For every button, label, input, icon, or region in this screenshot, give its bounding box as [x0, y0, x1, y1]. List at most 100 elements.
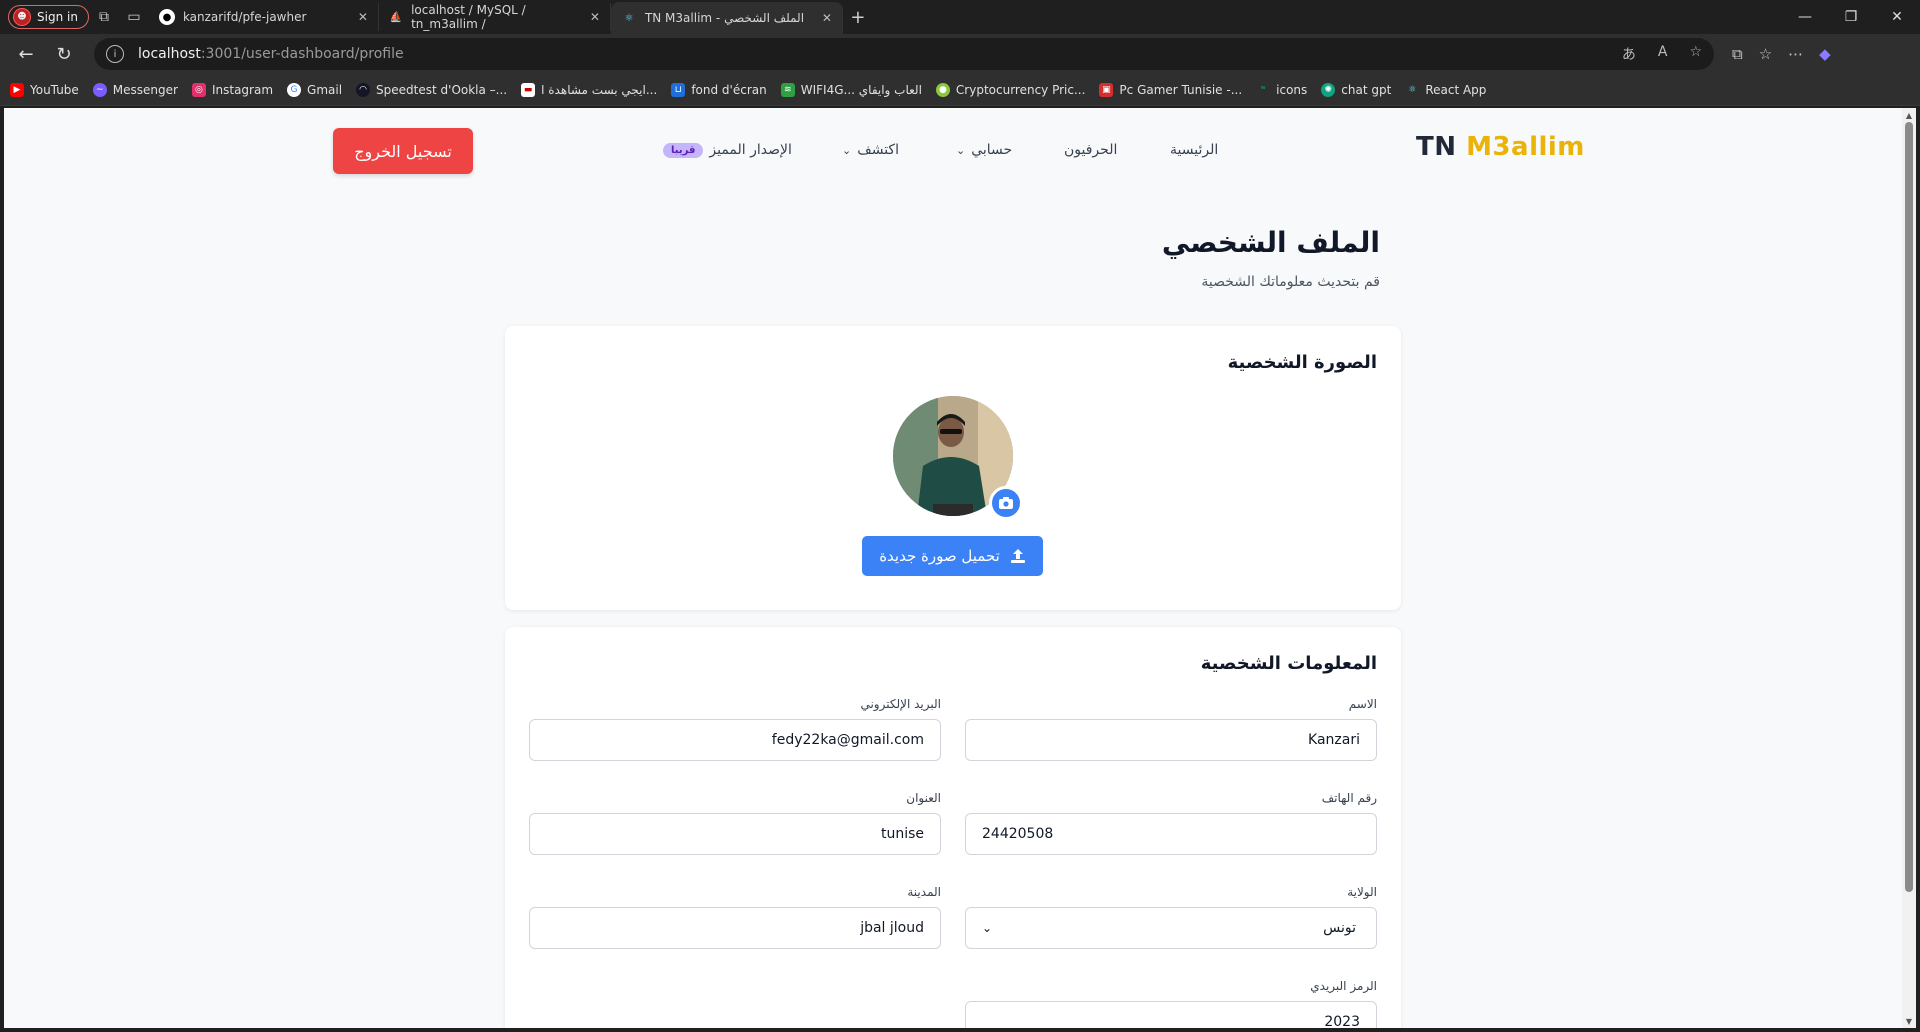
new-tab-icon[interactable]: +: [843, 3, 873, 31]
browser-tab-bar: ☻ Sign in ⧉ ▭ ● kanzarifd/pfe-jawher ✕ ⛵…: [0, 0, 1920, 34]
bookmark-wallpaper[interactable]: ⊔ fond d'écran: [671, 82, 767, 97]
phone-label: رقم الهاتف: [1321, 791, 1377, 805]
phpmyadmin-icon: ⛵: [389, 11, 403, 23]
change-photo-button[interactable]: [989, 486, 1023, 520]
page-viewport: TN M3allim الرئيسية الحرفيون حسابي ⌄ اكت…: [4, 108, 1902, 1028]
nav-link-craftsmen[interactable]: الحرفيون: [1064, 142, 1117, 158]
text-size-icon[interactable]: A: [1658, 44, 1668, 64]
profile-photo-card: الصورة الشخصية تحميل صورة جديدة: [505, 326, 1401, 610]
name-input[interactable]: Kanzari: [965, 719, 1377, 761]
back-icon[interactable]: ←: [8, 38, 44, 70]
close-tab-icon[interactable]: ✕: [358, 10, 368, 24]
url-host: localhost: [138, 46, 201, 62]
info-section-title: المعلومات الشخصية: [1200, 653, 1377, 674]
chevron-down-icon: ⌄: [982, 921, 993, 935]
icons-site-icon: ʷ: [1260, 84, 1266, 95]
minimize-icon[interactable]: —: [1782, 0, 1828, 34]
copilot-icon[interactable]: ◆: [1819, 45, 1831, 63]
speedtest-icon: ◠: [356, 82, 371, 97]
page-subtitle: قم بتحديث معلوماتك الشخصية: [1201, 274, 1380, 290]
wallpaper-icon: ⊔: [671, 82, 686, 97]
bookmark-youtube[interactable]: ▶ YouTube: [10, 82, 79, 97]
react-icon: ⚛: [624, 12, 634, 24]
nav-link-premium[interactable]: الإصدار المميز قريبا: [663, 142, 792, 158]
bookmark-icons[interactable]: ʷ icons: [1256, 83, 1307, 97]
logout-button[interactable]: تسجيل الخروج: [333, 128, 473, 174]
tab-title: localhost / MySQL / tn_m3allim /: [411, 3, 526, 31]
email-input[interactable]: fedy22ka@gmail.com: [529, 719, 941, 761]
profile-label: Sign in: [37, 10, 78, 24]
url-field[interactable]: i localhost :3001/user-dashboard/profile…: [94, 38, 1714, 70]
pcgamer-icon: ▣: [1099, 82, 1114, 97]
bookmark-gmail[interactable]: G Gmail: [287, 82, 342, 97]
phone-input[interactable]: 24420508: [965, 813, 1377, 855]
nav-dropdown-account[interactable]: حسابي ⌄: [956, 142, 1012, 158]
bookmarks-bar: ▶ YouTube ~ Messenger ◎ Instagram G Gmail ◠ S…: [0, 74, 1920, 106]
address-bar-row: ← ↻ i localhost :3001/user-dashboard/pro…: [0, 34, 1920, 74]
bookmark-messenger[interactable]: ~ Messenger: [92, 82, 178, 97]
egybest-icon: ▬: [521, 82, 536, 97]
bookmark-crypto[interactable]: ● Cryptocurrency Pric...: [935, 82, 1085, 97]
youtube-icon: ▶: [10, 82, 24, 97]
scrollbar-thumb[interactable]: [1905, 122, 1913, 892]
scroll-up-icon[interactable]: ▲: [1902, 108, 1916, 122]
city-input[interactable]: jbal jloud: [529, 907, 941, 949]
postal-code-input[interactable]: 2023: [965, 1001, 1377, 1028]
personal-info-card: المعلومات الشخصية الاسم Kanzari البريد ا…: [505, 627, 1401, 1028]
more-menu-icon[interactable]: ⋯: [1788, 45, 1803, 63]
close-tab-icon[interactable]: ✕: [590, 10, 600, 24]
browser-tab-github[interactable]: ● kanzarifd/pfe-jawher ✕: [149, 3, 379, 31]
window-controls: — ❐ ✕: [1782, 0, 1920, 34]
upload-button-label: تحميل صورة جديدة: [879, 547, 1000, 565]
restore-icon[interactable]: ❐: [1828, 0, 1874, 34]
scroll-down-icon[interactable]: ▼: [1902, 1014, 1916, 1028]
profile-button[interactable]: ☻ Sign in: [8, 5, 89, 29]
tab-actions-icon[interactable]: ▭: [119, 3, 149, 31]
state-select[interactable]: تونس ⌄: [965, 907, 1377, 949]
bookmark-speedtest[interactable]: ◠ Speedtest d'Ookla –...: [356, 82, 507, 97]
react-icon: ⚛: [1408, 84, 1417, 95]
nav-dropdown-discover[interactable]: اكتشف ⌄: [842, 142, 899, 158]
wifi-icon: ≋: [780, 82, 795, 97]
bookmark-wifi4g[interactable]: ≋ WIFI4G... العاب وايفاي: [780, 82, 922, 97]
extensions-icon[interactable]: ⧉: [1732, 45, 1743, 63]
site-info-icon[interactable]: i: [106, 45, 124, 63]
bookmark-instagram[interactable]: ◎ Instagram: [191, 82, 273, 97]
upload-photo-button[interactable]: تحميل صورة جديدة: [862, 536, 1043, 576]
postal-code-label: الرمز البريدي: [1310, 979, 1377, 993]
messenger-icon: ~: [92, 82, 107, 97]
address-label: العنوان: [906, 791, 941, 805]
upload-icon: [1010, 549, 1025, 563]
tab-title: TN M3allim - الملف الشخصي: [644, 11, 805, 25]
email-label: البريد الإلكتروني: [860, 697, 941, 711]
github-icon: ●: [158, 9, 175, 25]
state-label: الولاية: [1347, 885, 1377, 899]
address-input[interactable]: tunise: [529, 813, 941, 855]
bookmark-pcgamer[interactable]: ▣ Pc Gamer Tunisie -...: [1099, 82, 1242, 97]
camera-icon: [999, 497, 1013, 509]
close-tab-icon[interactable]: ✕: [822, 11, 832, 25]
bookmark-chatgpt[interactable]: ✺ chat gpt: [1321, 82, 1391, 97]
workspaces-icon[interactable]: ⧉: [89, 3, 119, 31]
bookmark-react-app[interactable]: ⚛ React App: [1405, 83, 1486, 97]
site-logo[interactable]: TN M3allim: [1416, 132, 1585, 162]
read-aloud-icon[interactable]: あ: [1622, 44, 1636, 64]
google-icon: G: [287, 82, 302, 97]
reload-icon[interactable]: ↻: [46, 38, 82, 70]
site-navbar: TN M3allim الرئيسية الحرفيون حسابي ⌄ اكت…: [4, 108, 1902, 194]
bookmark-egybest[interactable]: ▬ ايجي بست مشاهدة ا...: [521, 82, 657, 97]
profile-avatar-icon: ☻: [13, 8, 31, 26]
chevron-down-icon: ⌄: [956, 143, 966, 157]
page-scrollbar[interactable]: ▲ ▼: [1902, 108, 1916, 1028]
favorite-star-icon[interactable]: ☆: [1689, 44, 1702, 64]
instagram-icon: ◎: [191, 82, 206, 97]
city-label: المدينة: [907, 885, 941, 899]
close-window-icon[interactable]: ✕: [1874, 0, 1920, 34]
page-title: الملف الشخصي: [1161, 226, 1380, 259]
name-label: الاسم: [1348, 697, 1377, 711]
browser-tab-phpmyadmin[interactable]: ⛵ localhost / MySQL / tn_m3allim / ✕: [379, 3, 611, 31]
nav-link-home[interactable]: الرئيسية: [1170, 142, 1218, 158]
url-path: :3001/user-dashboard/profile: [200, 46, 404, 62]
browser-tab-active[interactable]: ⚛ TN M3allim - الملف الشخصي ✕: [610, 2, 843, 34]
favorites-icon[interactable]: ☆: [1759, 45, 1772, 63]
